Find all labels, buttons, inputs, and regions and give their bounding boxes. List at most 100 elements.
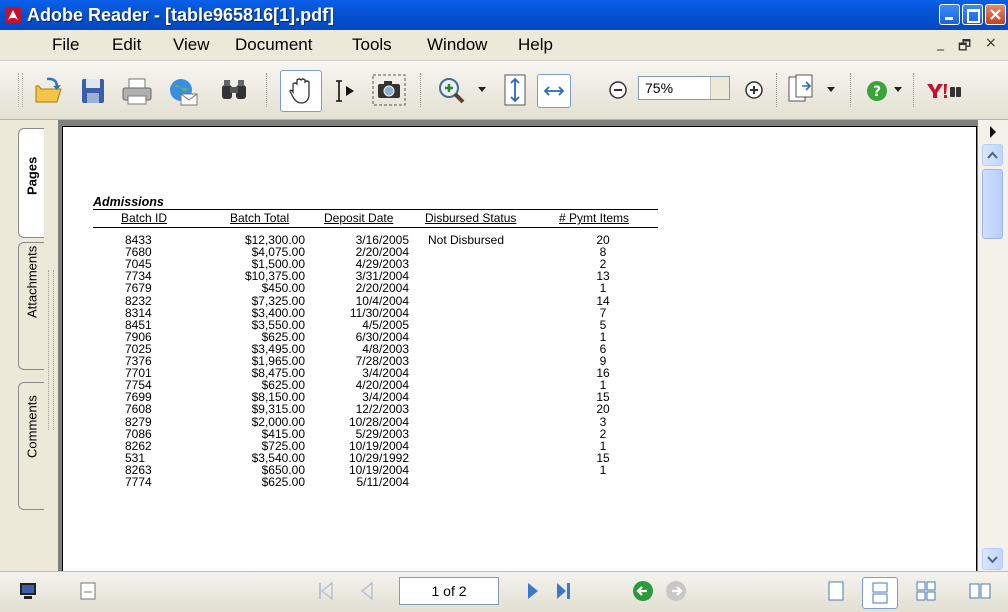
table-cell-items: 1 [599, 462, 607, 477]
zoom-value: 75% [645, 80, 674, 96]
previous-page-icon[interactable] [360, 581, 374, 601]
single-page-icon[interactable] [826, 581, 846, 601]
print-icon[interactable] [121, 77, 153, 105]
snapshot-icon[interactable] [372, 74, 406, 106]
menu-document[interactable]: Document [235, 35, 312, 55]
tab-pages-label: Pages [24, 156, 40, 195]
table-row: 8314 $3,400.00 11/30/2004 7 [93, 307, 658, 319]
table-cell-id: 7774 [125, 475, 152, 489]
toolbar-separator [776, 73, 778, 107]
doc-minimize-button[interactable]: _ [937, 35, 944, 51]
pages-menu-chevron-icon[interactable] [827, 87, 835, 93]
table-cell-total: $3,540.00 [251, 450, 305, 465]
chevron-down-icon[interactable] [478, 87, 486, 93]
close-button[interactable] [985, 4, 1006, 25]
select-text-icon[interactable] [332, 79, 360, 103]
continuous-facing-icon[interactable] [915, 580, 937, 602]
scroll-thumb[interactable] [982, 169, 1003, 239]
table-cell-total: $3,400.00 [251, 305, 305, 320]
menu-help[interactable]: Help [518, 35, 553, 55]
table-cell-id: 7608 [125, 402, 152, 417]
column-header: Disbursed Status [425, 211, 517, 225]
zoom-in-icon[interactable] [437, 76, 467, 106]
go-forward-icon[interactable] [665, 580, 687, 602]
table-row: 7679 $450.00 2/20/2004 1 [93, 282, 658, 294]
facing-pages-icon[interactable] [968, 582, 992, 600]
close-icon [990, 9, 1001, 20]
save-icon[interactable] [80, 77, 106, 105]
last-page-icon[interactable] [555, 581, 571, 601]
table-cell-total: $625.00 [261, 475, 305, 489]
go-back-icon[interactable] [632, 580, 654, 602]
tab-pages[interactable]: Pages [18, 128, 44, 238]
next-page-icon[interactable] [526, 581, 540, 601]
table-row: 8262 $725.00 10/19/2004 1 [93, 440, 658, 452]
page-size-icon[interactable] [79, 582, 97, 600]
adobe-reader-app-icon[interactable] [5, 7, 21, 23]
table-row: 7608 $9,315.00 12/2/2003 20 [93, 403, 658, 415]
table-cell-total: $415.00 [261, 426, 305, 441]
open-icon[interactable] [33, 76, 63, 106]
table-cell-id: 8262 [125, 438, 152, 453]
zoom-input[interactable]: 75% [638, 76, 730, 100]
toolbar-grip[interactable] [18, 73, 23, 107]
zoom-dropdown-button[interactable] [710, 77, 729, 99]
email-icon[interactable] [167, 77, 199, 107]
zoom-out-minus-icon[interactable] [608, 80, 628, 100]
page-number-input[interactable]: 1 of 2 [399, 577, 499, 605]
column-header: Deposit Date [324, 211, 394, 225]
table-row: 531 $3,540.00 10/29/1992 15 [93, 452, 658, 464]
toolbar-separator [913, 73, 915, 107]
panel-collapse-arrow-icon[interactable] [988, 126, 998, 138]
minimize-button[interactable] [939, 4, 960, 25]
zoom-plus-icon[interactable] [744, 80, 764, 100]
menu-window[interactable]: Window [427, 35, 487, 55]
fit-page-icon[interactable] [503, 74, 527, 106]
table-cell-items: 15 [596, 450, 610, 465]
vertical-scrollbar[interactable] [978, 120, 1008, 571]
menu-view[interactable]: View [173, 35, 210, 55]
chevron-up-icon [987, 151, 998, 159]
table-cell-total: $3,550.00 [251, 317, 305, 332]
help-chevron-icon[interactable] [894, 87, 902, 93]
table-cell-date: 10/29/1992 [348, 450, 409, 465]
table-cell-date: 11/30/2004 [349, 305, 409, 320]
title-bar[interactable]: Adobe Reader - [table965816[1].pdf] [0, 0, 1008, 30]
table-cell-total: $450.00 [261, 281, 305, 296]
toolbar-separator [850, 73, 852, 107]
menu-edit[interactable]: Edit [112, 35, 141, 55]
doc-restore-button[interactable]: 🗗 [958, 35, 971, 59]
table-cell-items: 5 [599, 317, 607, 332]
column-header: Batch ID [121, 211, 168, 225]
panel-resize-handle[interactable] [48, 270, 54, 430]
table-cell-status: Not Disbursed [428, 233, 505, 247]
doc-close-button[interactable]: × [985, 35, 997, 51]
continuous-page-button[interactable] [862, 577, 898, 609]
toolbar-separator [420, 73, 422, 107]
yahoo-search-icon[interactable] [925, 81, 963, 101]
menu-file[interactable]: File [52, 35, 79, 55]
fullscreen-icon[interactable] [18, 581, 38, 601]
tab-comments[interactable]: Comments [18, 382, 44, 510]
table-cell-items: 1 [599, 281, 607, 296]
table-cell-date: 5/29/2003 [355, 426, 409, 441]
page-count: 1 of 2 [431, 583, 467, 599]
hand-tool-button[interactable] [280, 70, 322, 112]
table-cell-date: 5/11/2004 [356, 475, 410, 489]
help-icon[interactable]: ? [865, 79, 889, 103]
scroll-down-button[interactable] [982, 548, 1003, 570]
table-cell-date: 6/30/2004 [355, 329, 409, 344]
pages-menu-icon[interactable] [786, 73, 818, 105]
window-title: Adobe Reader - [table965816[1].pdf] [27, 5, 335, 25]
table-cell-total: $625.00 [261, 329, 305, 344]
document-viewport[interactable]: Admissions Batch ID Batch Total Deposit … [58, 120, 978, 571]
column-header: # Pymt Items [559, 211, 630, 225]
menu-tools[interactable]: Tools [352, 35, 392, 55]
first-page-icon[interactable] [318, 581, 334, 601]
table-cell-id: 7086 [125, 426, 152, 441]
tab-attachments[interactable]: Attachments [18, 242, 44, 370]
maximize-button[interactable] [962, 4, 983, 25]
scroll-up-button[interactable] [982, 144, 1003, 166]
fit-width-button[interactable] [537, 74, 571, 108]
search-icon[interactable] [220, 77, 248, 103]
